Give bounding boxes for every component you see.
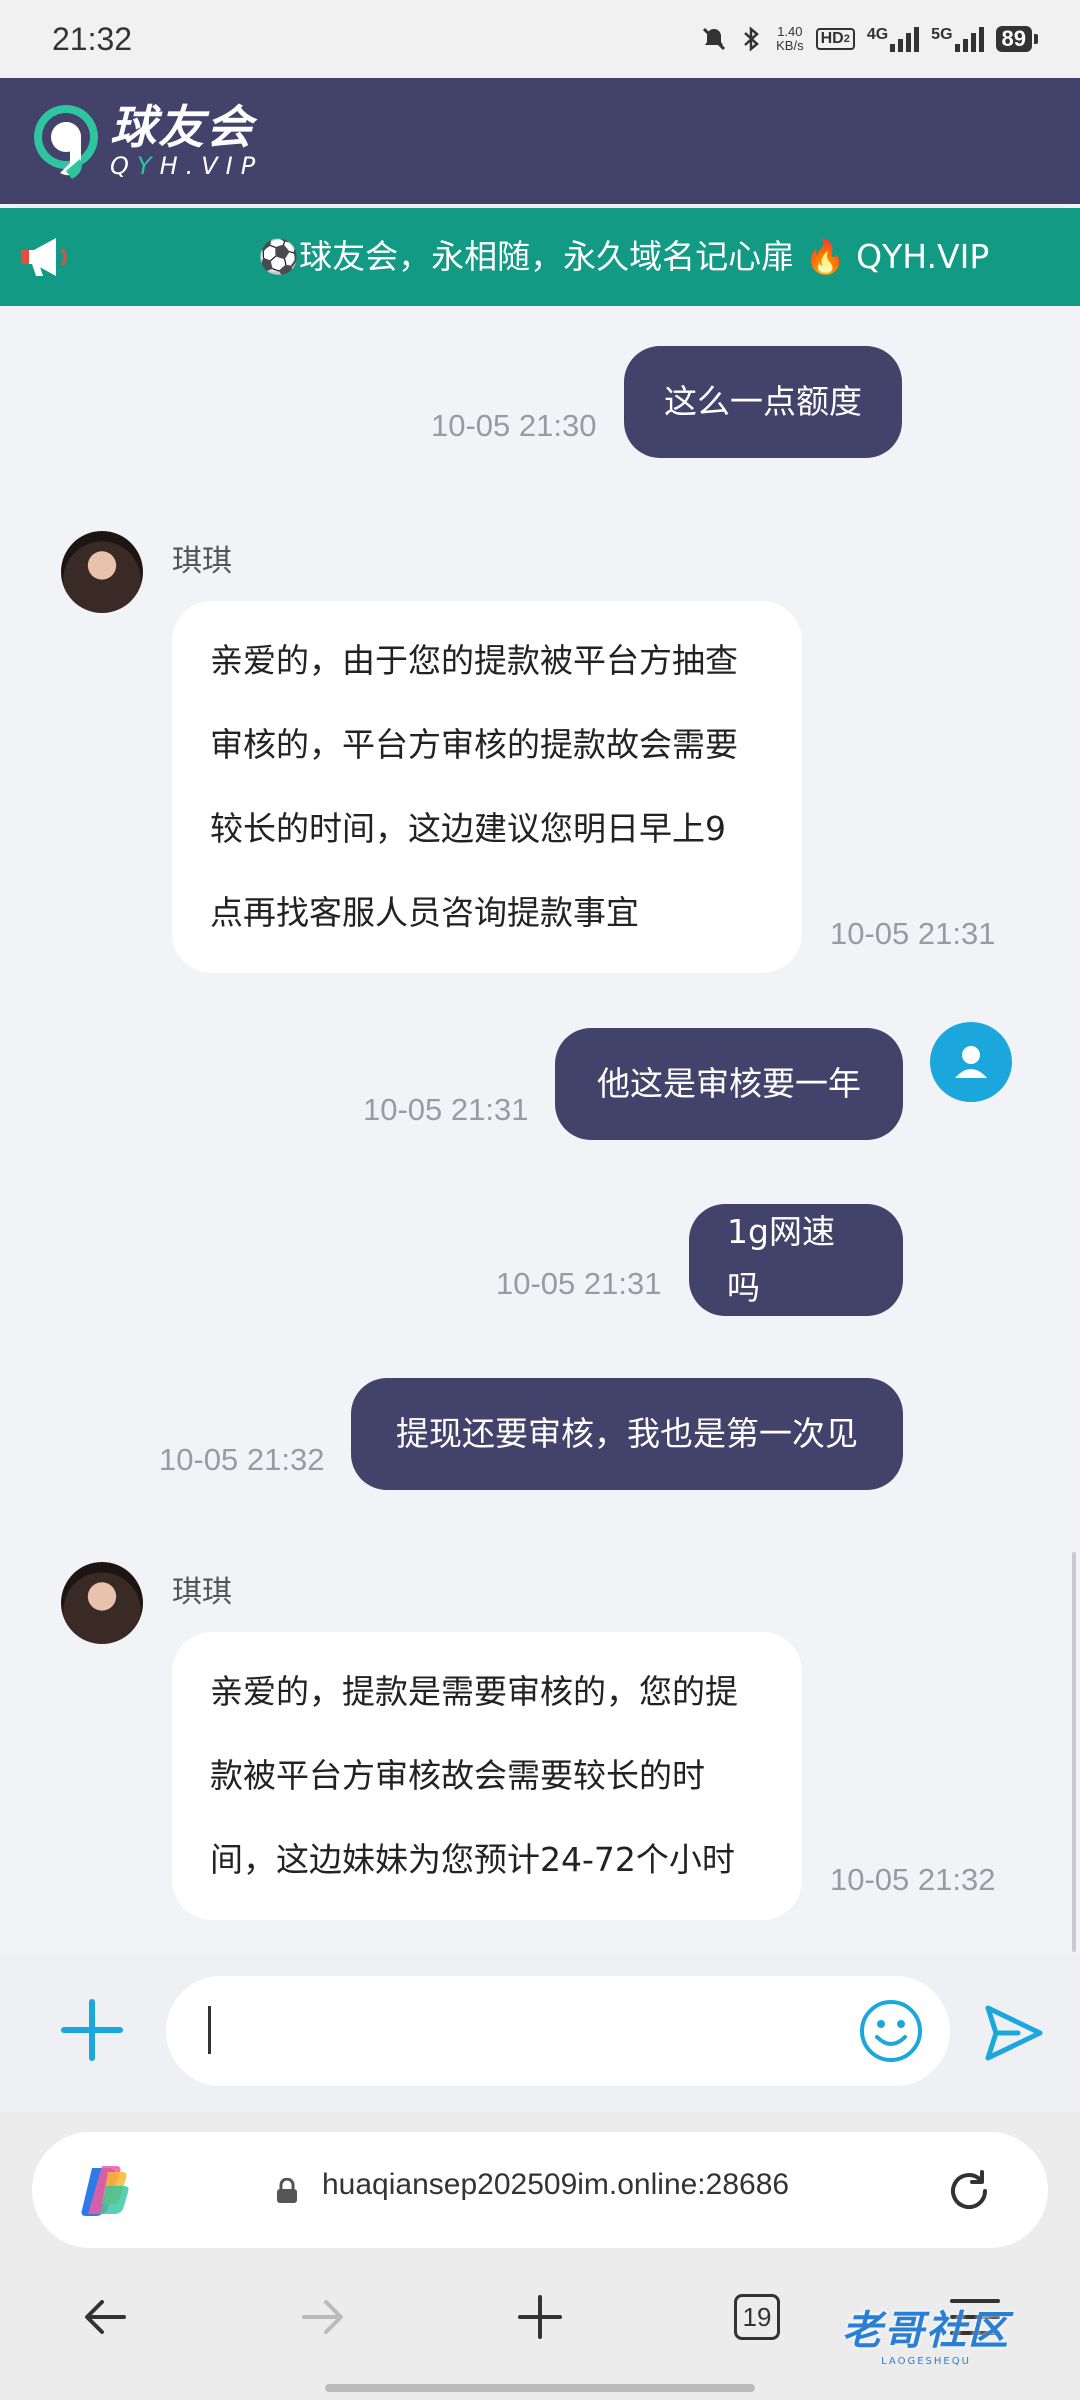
watermark-sub: LAOGESHEQU [881,2356,971,2367]
message-time: 10-05 21:32 [159,1442,325,1477]
net1-label: 4G [866,26,889,43]
signal-bars-icon [954,26,984,52]
address-bar[interactable]: huaqiansep202509im.online:28686 [32,2132,1048,2248]
text-caret [208,2006,211,2054]
site-logo[interactable]: 球友会 QYH.VIP [26,99,263,183]
message-time: 10-05 21:31 [363,1092,529,1127]
bluetooth-icon [740,25,764,53]
mute-icon [700,25,728,53]
sender-name: 琪琪 [172,544,232,579]
send-button[interactable] [978,1998,1048,2068]
signal-5g: 5G [931,26,984,52]
message-composer [0,1954,1080,2112]
url-text[interactable]: huaqiansep202509im.online:28686 [322,2168,789,2202]
user-icon [955,1046,987,1078]
megaphone-icon [0,208,90,306]
arrow-left-icon [85,2300,126,2334]
lock-icon [276,2177,298,2204]
net-speed: 1.40 KB/s [776,25,803,53]
net2-label: 5G [931,26,953,43]
status-time: 21:32 [52,20,133,57]
outgoing-message[interactable]: 这么一点额度 [624,346,902,458]
battery-indicator: 89 [995,26,1039,52]
message-line: 点再找客服人员咨询提款事宜 [210,893,639,932]
logo-icon [26,99,106,183]
incoming-message[interactable]: 亲爱的，提款是需要审核的，您的提 款被平台方审核故会需要较长的时 间，这边妹妹为… [172,1632,802,1920]
plus-icon [61,1999,123,2061]
message-time: 10-05 21:31 [496,1266,662,1301]
message-input[interactable] [204,2000,804,2062]
message-line: 间，这边妹妹为您预计24-72个小时 [210,1840,735,1879]
logo-domain-rest: H.VIP [159,152,264,180]
reload-icon [951,2170,987,2209]
arrow-right-icon [302,2300,343,2334]
status-bar: 21:32 1.40 KB/s HD 2 4G 5G 89 [0,0,1080,78]
chat-messages[interactable]: 10-05 21:30 这么一点额度 琪琪 亲爱的，由于您的提款被平台方抽查 审… [0,306,1080,1954]
message-line: 审核的，平台方审核的提款故会需要 [210,725,738,764]
plus-icon [518,2295,562,2339]
smiley-icon [860,2000,922,2062]
incoming-message[interactable]: 亲爱的，由于您的提款被平台方抽查 审核的，平台方审核的提款故会需要 较长的时间，… [172,601,802,973]
message-time: 10-05 21:30 [431,408,597,443]
message-line: 较长的时间，这边建议您明日早上9 [210,809,726,848]
user-avatar[interactable] [930,1022,1012,1102]
message-line: 亲爱的，提款是需要审核的，您的提 [210,1672,738,1711]
message-line: 亲爱的，由于您的提款被平台方抽查 [210,641,738,680]
message-time: 10-05 21:31 [830,916,996,951]
hd-sub: 2 [843,33,850,45]
outgoing-message[interactable]: 提现还要审核，我也是第一次见 [351,1378,903,1490]
logo-domain-q: Q [110,152,137,180]
signal-4g: 4G [866,26,920,52]
notice-bar: ⚽球友会，永相随，永久域名记心扉 🔥 QYH.VIP [0,208,1080,306]
agent-avatar[interactable] [61,1562,143,1644]
reload-button[interactable] [942,2164,996,2218]
watermark-logo: 老哥社区 LAOGESHEQU [842,2298,1010,2367]
message-time: 10-05 21:32 [830,1862,996,1897]
outgoing-message[interactable]: 1g网速吗 [689,1204,903,1316]
status-icons: 1.40 KB/s HD 2 4G 5G 89 [700,25,1039,53]
app-header: 球友会 QYH.VIP [0,78,1080,204]
back-button[interactable] [70,2282,140,2352]
copilot-icon[interactable] [76,2162,134,2220]
logo-name: 球友会 [110,100,254,154]
message-line: 款被平台方审核故会需要较长的时 [210,1756,705,1795]
signal-bars-icon [890,26,920,52]
agent-avatar[interactable] [61,531,143,613]
message-input-wrap[interactable] [166,1976,950,2086]
sender-name: 琪琪 [172,1575,232,1610]
net-speed-value: 1.40 [777,24,803,39]
logo-domain-y: Y [136,152,160,180]
hd-label: HD [820,30,844,47]
home-indicator[interactable] [325,2384,755,2392]
tabs-button[interactable]: 19 [722,2282,792,2352]
net-speed-unit: KB/s [776,38,804,53]
logo-domain: QYH.VIP [110,154,263,178]
outgoing-message[interactable]: 他这是审核要一年 [555,1028,903,1140]
hd-badge: HD 2 [815,28,855,50]
notice-text: ⚽球友会，永相随，永久域名记心扉 🔥 QYH.VIP [258,237,990,276]
send-icon [985,2005,1043,2061]
forward-button[interactable] [288,2282,358,2352]
emoji-button[interactable] [858,1998,924,2064]
scrollbar[interactable] [1072,1552,1076,1952]
tabs-count: 19 [734,2294,780,2340]
attach-button[interactable] [54,1992,130,2068]
watermark-text: 老哥社区 [842,2308,1010,2354]
new-tab-button[interactable] [505,2282,575,2352]
